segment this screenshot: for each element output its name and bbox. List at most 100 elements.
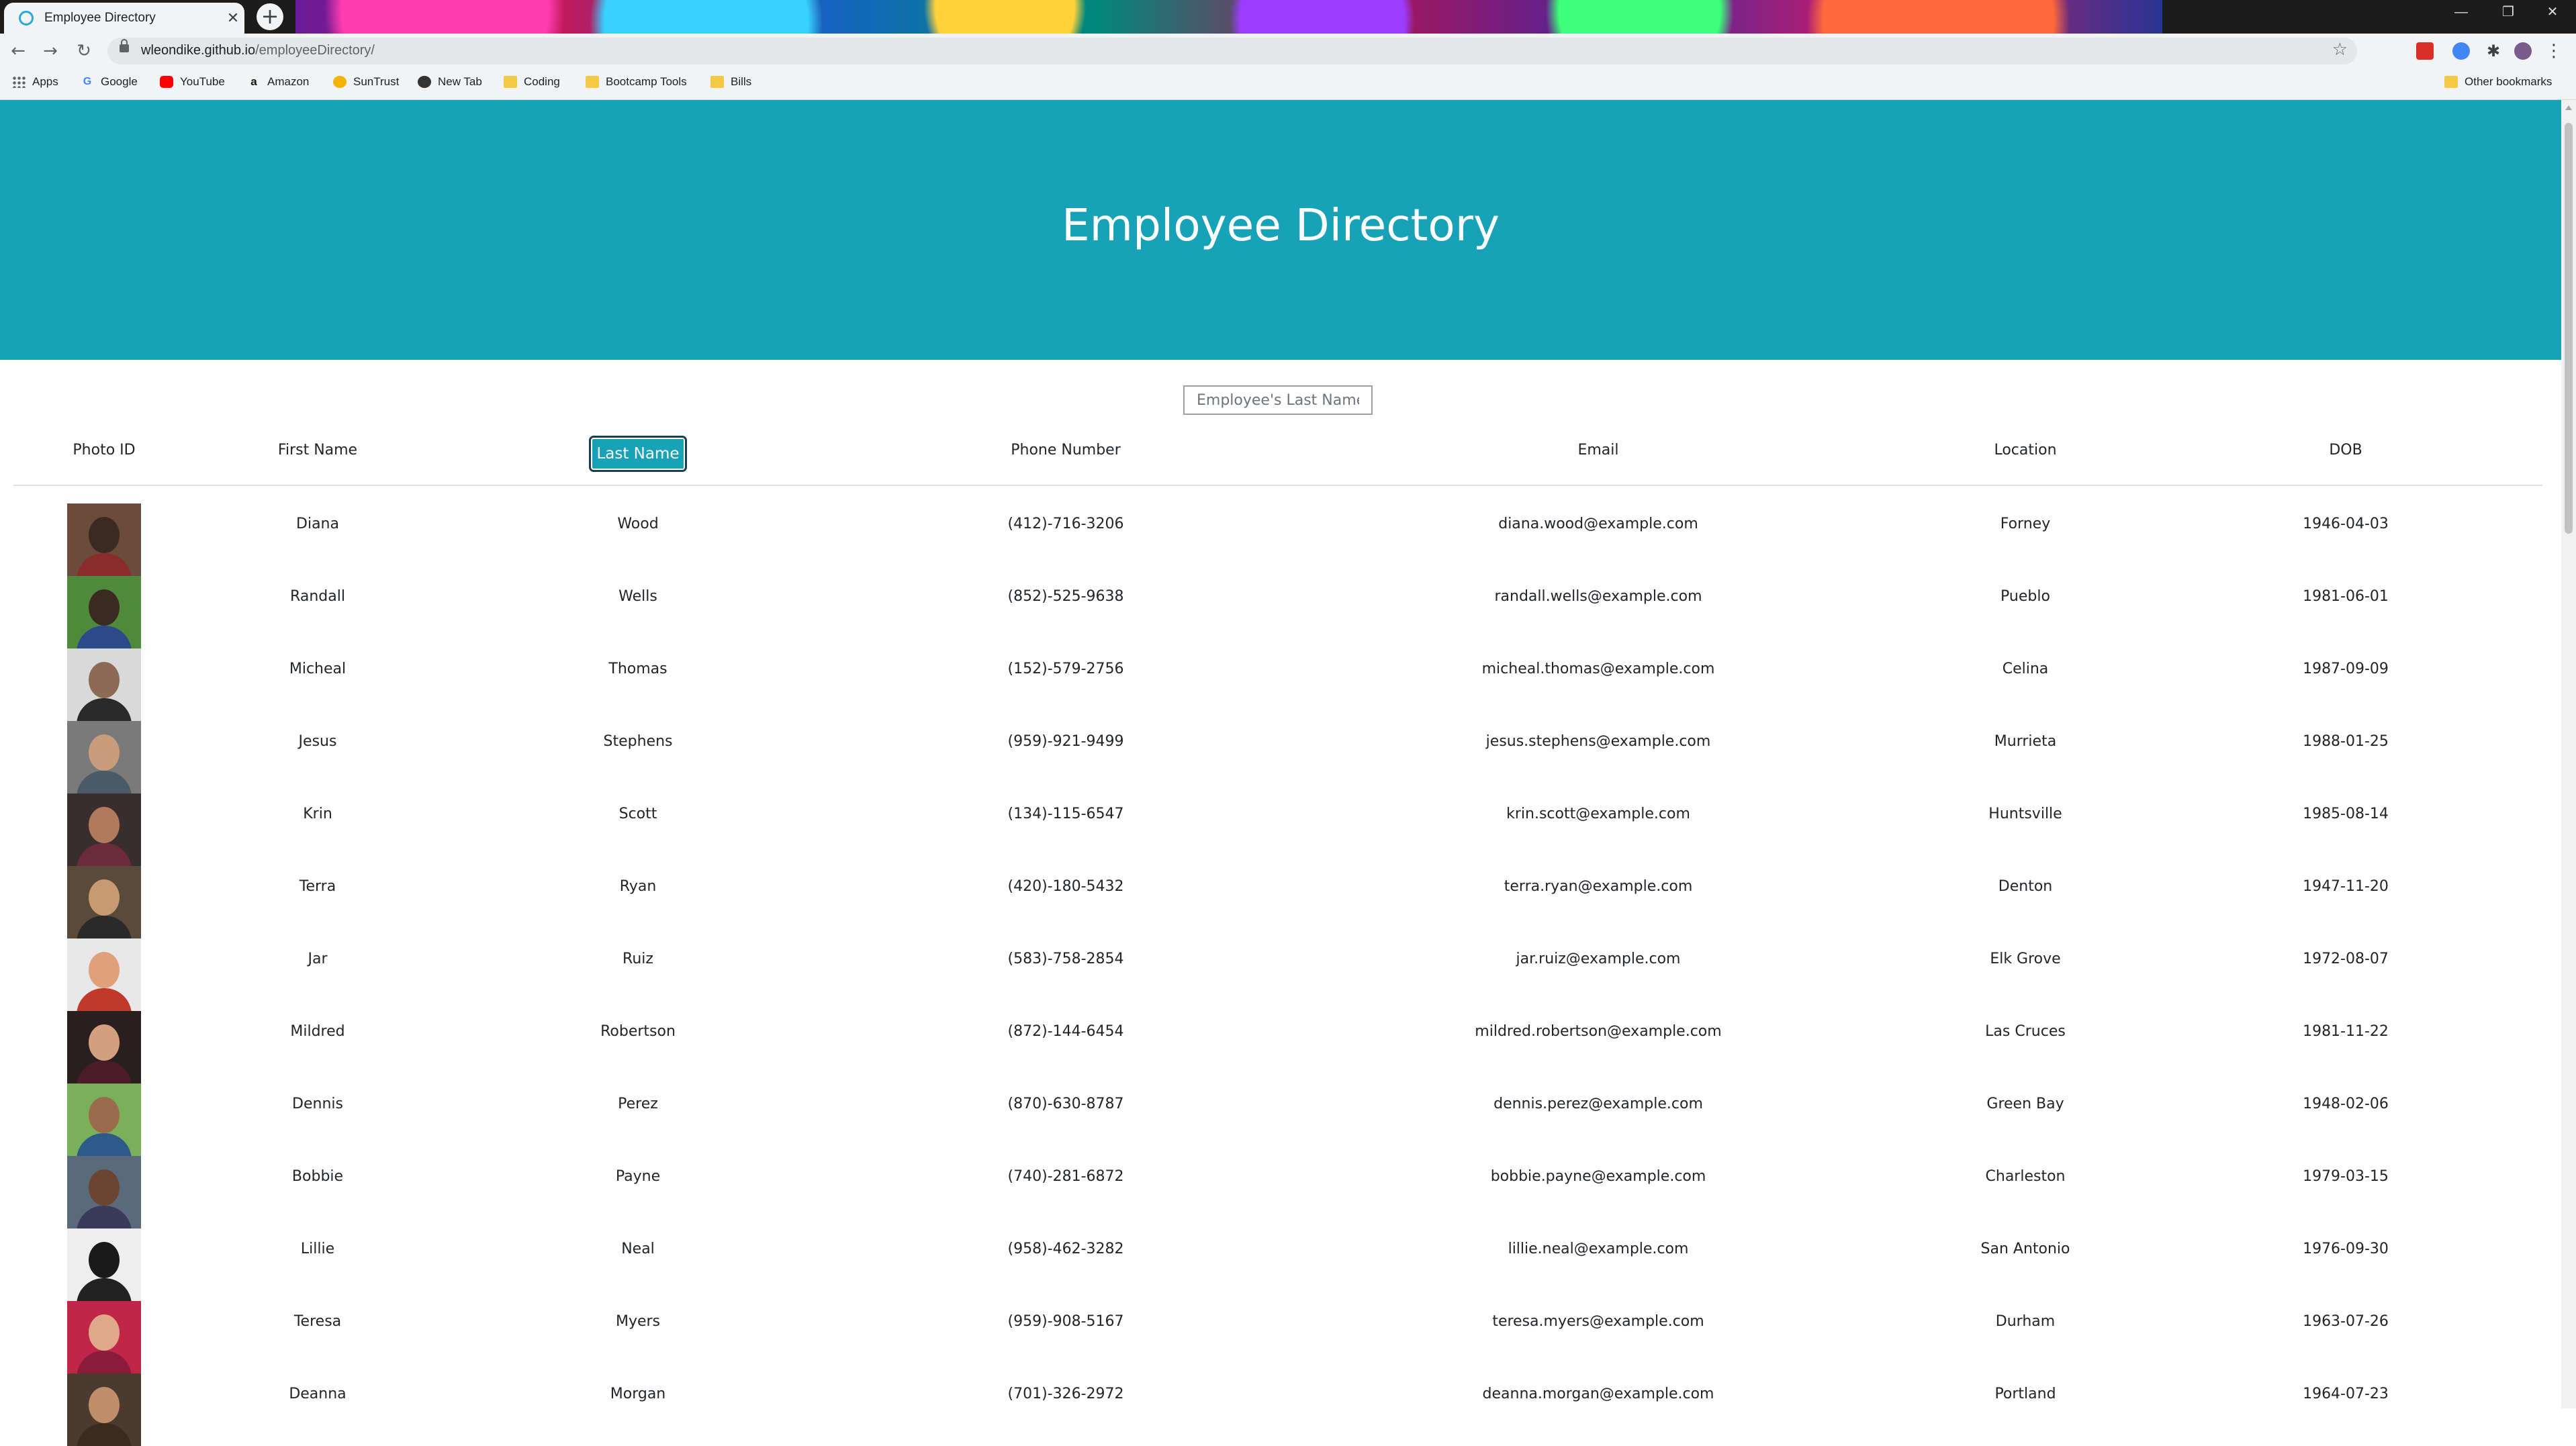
dob-cell: 1987-09-09 (2303, 661, 2389, 677)
employee-photo (67, 721, 141, 793)
email-cell: deanna.morgan@example.com (1482, 1386, 1714, 1402)
employee-photo (67, 1301, 141, 1373)
first-name-cell: Jesus (298, 733, 337, 750)
page-scrollbar[interactable] (2561, 100, 2576, 1408)
table-row: Bobbie Payne (740)-281-6872 bobbie.payne@ex… (0, 1156, 2561, 1228)
browser-menu-icon[interactable]: ⋮ (2545, 42, 2563, 60)
address-bar[interactable]: wleondike.github.io/employeeDirectory/ ☆ (107, 38, 2357, 64)
extension-red-icon[interactable] (2416, 42, 2434, 60)
apps-icon (12, 76, 26, 88)
bookmark-bills[interactable]: Bills (710, 75, 751, 89)
table-row: Jesus Stephens (959)-921-9499 jesus.stephen… (0, 721, 2561, 793)
extensions-puzzle-icon[interactable]: ✱ (2485, 42, 2502, 60)
bookmark-star-icon[interactable]: ☆ (2332, 40, 2348, 60)
employee-photo (67, 503, 141, 576)
suntrust-icon (333, 76, 347, 88)
amazon-icon: a (250, 75, 257, 88)
dob-cell: 1981-06-01 (2303, 588, 2389, 605)
phone-cell: (959)-908-5167 (1007, 1313, 1124, 1330)
header-divider (13, 485, 2542, 486)
table-row: Teresa Myers (959)-908-5167 teresa.myers@ex… (0, 1301, 2561, 1373)
employee-photo (67, 576, 141, 648)
dob-cell: 1948-02-06 (2303, 1096, 2389, 1112)
email-cell: jar.ruiz@example.com (1516, 951, 1681, 967)
minimize-button[interactable]: — (2438, 0, 2485, 24)
email-cell: terra.ryan@example.com (1504, 878, 1693, 895)
column-header-location: Location (1994, 442, 2057, 459)
email-cell: bobbie.payne@example.com (1490, 1168, 1706, 1185)
bookmark-apps[interactable]: Apps (12, 75, 58, 89)
scroll-up-arrow-icon[interactable] (2565, 105, 2572, 110)
last-name-cell: Payne (615, 1168, 661, 1185)
folder-icon (504, 76, 517, 88)
tab-close-icon[interactable]: ✕ (222, 10, 244, 27)
close-window-button[interactable]: ✕ (2529, 0, 2576, 24)
phone-cell: (740)-281-6872 (1007, 1168, 1124, 1185)
email-cell: dennis.perez@example.com (1493, 1096, 1703, 1112)
last-name-cell: Scott (618, 806, 657, 822)
bookmark-coding[interactable]: Coding (504, 75, 560, 89)
phone-cell: (958)-462-3282 (1007, 1241, 1124, 1257)
table-row: Dennis Perez (870)-630-8787 dennis.perez@ex… (0, 1083, 2561, 1156)
dob-cell: 1981-11-22 (2303, 1023, 2389, 1040)
youtube-icon (160, 76, 173, 88)
location-cell: Forney (2000, 516, 2051, 532)
first-name-cell: Mildred (290, 1023, 345, 1040)
last-name-cell: Thomas (608, 661, 668, 677)
location-cell: Green Bay (1986, 1096, 2064, 1112)
bookmark-bootcamp-tools[interactable]: Bootcamp Tools (586, 75, 687, 89)
table-row: Micheal Thomas (152)-579-2756 micheal.thoma… (0, 648, 2561, 721)
bookmark-youtube[interactable]: YouTube (160, 75, 225, 89)
browser-tab[interactable]: Employee Directory ✕ (4, 3, 244, 34)
google-icon: G (83, 76, 92, 87)
back-arrow-icon[interactable]: ← (5, 38, 31, 64)
forward-arrow-icon[interactable]: → (38, 38, 63, 64)
location-cell: Durham (1995, 1313, 2056, 1330)
table-row: Deanna Morgan (701)-326-2972 deanna.morgan@… (0, 1373, 2561, 1446)
bookmark-suntrust[interactable]: SunTrust (333, 75, 399, 89)
profile-avatar[interactable] (2514, 42, 2532, 60)
first-name-cell: Bobbie (291, 1168, 344, 1185)
email-cell: randall.wells@example.com (1494, 588, 1702, 605)
dob-cell: 1985-08-14 (2303, 806, 2389, 822)
last-name-cell: Neal (621, 1241, 655, 1257)
extension-blue-icon[interactable] (2452, 42, 2470, 60)
dob-cell: 1976-09-30 (2303, 1241, 2389, 1257)
last-name-cell: Ryan (619, 878, 657, 895)
employee-photo (67, 866, 141, 938)
table-row: Randall Wells (852)-525-9638 randall.wells@… (0, 576, 2561, 648)
bookmark-amazon[interactable]: a Amazon (247, 75, 309, 89)
bookmark-google[interactable]: G Google (81, 75, 138, 89)
dob-cell: 1979-03-15 (2303, 1168, 2389, 1185)
bookmark-new-tab[interactable]: New Tab (418, 75, 482, 89)
url-text: wleondike.github.io/employeeDirectory/ (141, 43, 375, 58)
phone-cell: (852)-525-9638 (1007, 588, 1124, 605)
phone-cell: (959)-921-9499 (1007, 733, 1124, 750)
first-name-cell: Krin (303, 806, 332, 822)
last-name-cell: Morgan (610, 1386, 666, 1402)
last-name-cell: Wood (617, 516, 659, 532)
reload-icon[interactable]: ↻ (71, 38, 97, 64)
restore-button[interactable]: ❐ (2485, 0, 2532, 24)
scrollbar-thumb[interactable] (2565, 123, 2573, 534)
page-header: Employee Directory (0, 100, 2561, 360)
last-name-cell: Perez (618, 1096, 658, 1112)
location-cell: Huntsville (1988, 806, 2062, 822)
new-tab-button[interactable]: + (257, 3, 283, 30)
sort-last-name-button[interactable]: Last Name (589, 436, 687, 472)
last-name-cell: Ruiz (623, 951, 653, 967)
employee-photo (67, 793, 141, 866)
table-row: Krin Scott (134)-115-6547 krin.scott@exampl… (0, 793, 2561, 866)
other-bookmarks[interactable]: Other bookmarks (2444, 75, 2552, 89)
employee-photo (67, 648, 141, 721)
last-name-search-input[interactable] (1183, 385, 1373, 415)
phone-cell: (134)-115-6547 (1007, 806, 1124, 822)
phone-cell: (872)-144-6454 (1007, 1023, 1124, 1040)
column-header-email: Email (1577, 442, 1619, 459)
location-cell: Charleston (1985, 1168, 2066, 1185)
location-cell: Portland (1994, 1386, 2056, 1402)
folder-icon (2444, 76, 2458, 88)
column-header-dob: DOB (2329, 442, 2362, 459)
phone-cell: (701)-326-2972 (1007, 1386, 1124, 1402)
location-cell: Elk Grove (1990, 951, 2061, 967)
